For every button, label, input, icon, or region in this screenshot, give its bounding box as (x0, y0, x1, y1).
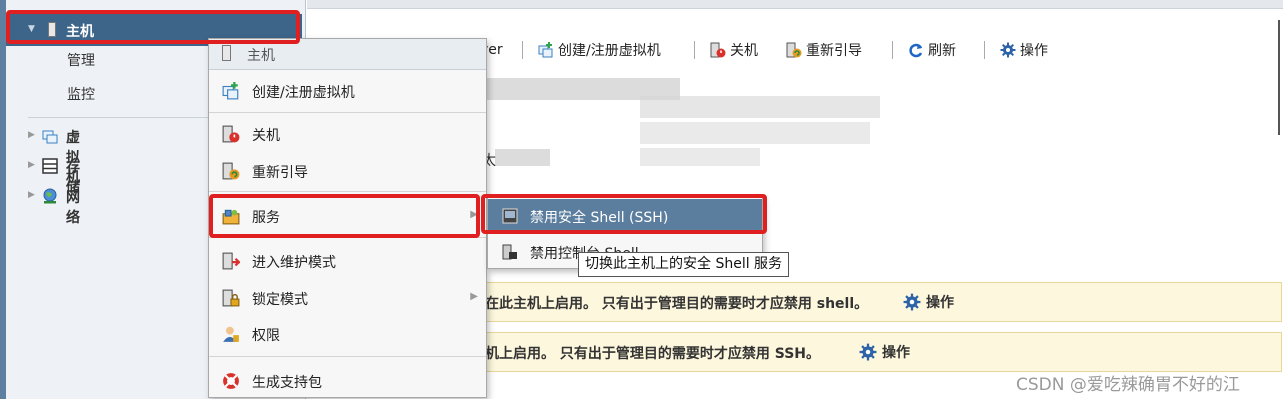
expand-arrow-icon[interactable]: ▶ (28, 160, 35, 170)
create-vm-icon (222, 82, 239, 100)
expand-arrow-icon[interactable]: ▶ (28, 130, 35, 140)
menu-item-maintenance-mode[interactable]: 进入维护模式 (209, 246, 486, 276)
reboot-button[interactable]: 重新引导 (786, 38, 862, 62)
menu-divider (209, 356, 486, 357)
redacted-block (495, 149, 550, 166)
highlight-services-box (209, 194, 480, 238)
shell-warning-notice: 在此主机上启用。 只有出于管理目的需要时才应禁用 shell。 操作 (470, 282, 1282, 322)
refresh-icon (909, 43, 923, 58)
gear-icon (1000, 42, 1016, 58)
reboot-icon (786, 42, 802, 58)
menu-item-lockdown-mode[interactable]: 锁定模式 ▶ (209, 283, 486, 313)
create-vm-button[interactable]: 创建/注册虚拟机 (538, 38, 661, 62)
esxi-host-client: ▼ 主机 管理 监控 ▶ 虚拟机 ▶ 存储 ▶ 网络 ver 创建/注册虚拟机 … (0, 0, 1283, 399)
shell-warning-text: 在此主机上启用。 只有出于管理目的需要时才应禁用 shell。 (485, 296, 869, 312)
permissions-icon (223, 326, 239, 342)
create-vm-icon (538, 42, 553, 58)
redacted-block (640, 148, 760, 166)
toolbar-divider (522, 41, 523, 59)
menu-item-permissions[interactable]: 权限 (209, 319, 486, 349)
gear-icon (903, 293, 921, 311)
ssh-warning-actions-button[interactable]: 操作 (859, 342, 910, 362)
network-icon (43, 188, 57, 204)
menu-item-reboot-label: 重新引导 (252, 165, 308, 181)
redacted-block (640, 122, 870, 144)
ssh-warning-text: 机上启用。 只有出于管理目的需要时才应禁用 SSH。 (485, 346, 821, 362)
sidebar-item-manage[interactable]: 管理 (67, 50, 95, 70)
menu-item-shutdown[interactable]: 关机 (209, 119, 486, 149)
power-off-icon (222, 125, 240, 143)
vm-icon (42, 130, 58, 144)
shell-warning-actions-label: 操作 (926, 295, 954, 311)
right-edge-marker (1278, 20, 1280, 135)
toolbar-divider (694, 41, 695, 59)
menu-item-reboot[interactable]: 重新引导 (209, 156, 486, 186)
menu-item-generate-support-bundle-label: 生成支持包 (252, 375, 322, 391)
highlight-disable-ssh-box (481, 194, 767, 234)
sidebar-item-network-label: 网络 (66, 190, 80, 226)
menu-item-shutdown-label: 关机 (252, 128, 280, 144)
refresh-button[interactable]: 刷新 (908, 38, 956, 62)
redacted-block (640, 96, 880, 118)
shutdown-button[interactable]: 关机 (710, 38, 758, 62)
shell-warning-actions-button[interactable]: 操作 (903, 292, 954, 312)
reboot-label: 重新引导 (806, 43, 862, 59)
menu-item-generate-support-bundle[interactable]: 生成支持包 (209, 366, 486, 396)
sidebar-edge-strip (0, 0, 6, 399)
toolbar-divider (984, 41, 985, 59)
ssh-warning-notice: 机上启用。 只有出于管理目的需要时才应禁用 SSH。 操作 (470, 332, 1282, 372)
menu-item-lockdown-mode-label: 锁定模式 (252, 292, 308, 308)
main-top-bar (307, 0, 1283, 9)
sidebar-item-monitor[interactable]: 监控 (67, 84, 95, 104)
shutdown-label: 关机 (730, 43, 758, 59)
gear-icon (859, 343, 877, 361)
watermark-text: CSDN @爱吃辣确胃不好的江 (1016, 375, 1240, 395)
menu-item-maintenance-mode-label: 进入维护模式 (252, 255, 336, 271)
power-off-icon (710, 42, 726, 58)
support-bundle-icon (223, 373, 239, 389)
ssh-warning-actions-label: 操作 (882, 345, 910, 361)
submenu-arrow-icon: ▶ (470, 291, 478, 302)
highlight-host-box (6, 10, 300, 44)
actions-label: 操作 (1020, 43, 1048, 59)
lock-icon (222, 289, 240, 307)
storage-icon (42, 158, 58, 174)
create-vm-label: 创建/注册虚拟机 (558, 43, 661, 59)
menu-divider (209, 112, 486, 113)
context-menu-title: 主机 (247, 48, 275, 64)
menu-item-create-vm-label: 创建/注册虚拟机 (252, 85, 355, 101)
host-icon (222, 45, 231, 61)
actions-button[interactable]: 操作 (1000, 38, 1048, 62)
refresh-label: 刷新 (928, 43, 956, 59)
toolbar-divider (892, 41, 893, 59)
menu-item-create-vm[interactable]: 创建/注册虚拟机 (209, 76, 486, 106)
ssh-tooltip: 切换此主机上的安全 Shell 服务 (578, 252, 790, 277)
console-shell-icon (502, 244, 517, 260)
menu-divider (209, 191, 486, 192)
menu-item-permissions-label: 权限 (252, 328, 280, 344)
maintenance-icon (222, 252, 240, 270)
reboot-icon (222, 162, 240, 180)
expand-arrow-icon[interactable]: ▶ (28, 190, 35, 200)
